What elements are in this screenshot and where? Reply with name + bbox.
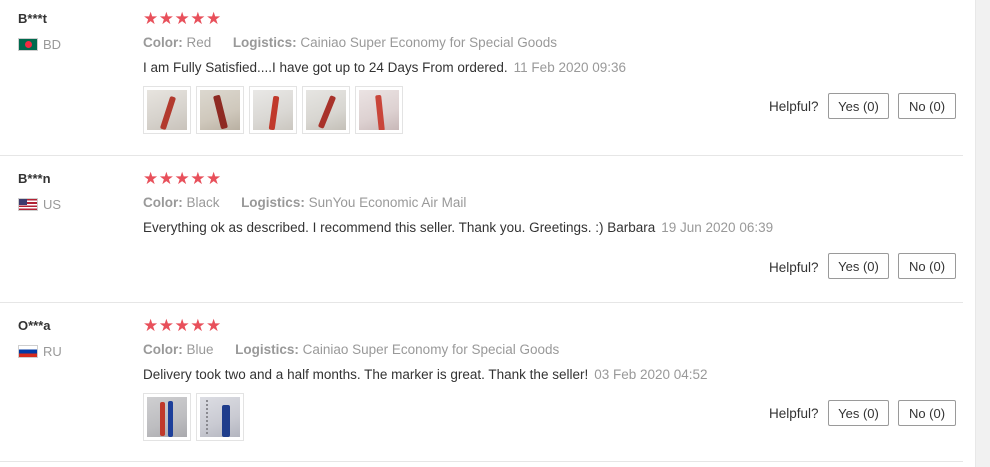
us-flag-icon [18,198,38,211]
logistics-value: SunYou Economic Air Mail [308,195,467,210]
country-code: BD [43,37,62,52]
review-photo-thumb[interactable] [196,86,244,134]
logistics-value: Cainiao Super Economy for Special Goods [302,342,560,357]
color-label: Color: [143,342,183,357]
review-photos [143,86,403,134]
logistics-label: Logistics: [235,342,299,357]
reviewer-name: B***n [18,171,51,186]
bd-flag-icon [18,38,38,51]
reviewer-name: B***t [18,11,47,26]
logistics-label: Logistics: [241,195,305,210]
ru-flag-icon [18,345,38,358]
review-text: Everything ok as described. I recommend … [143,220,656,235]
color-value: Black [186,195,220,210]
helpful-yes-button[interactable]: Yes (0) [828,400,889,426]
review-date: 03 Feb 2020 04:52 [594,367,708,382]
review-divider [0,461,963,462]
review-attributes: Color: Blue Logistics: Cainiao Super Eco… [143,342,559,357]
review-date: 11 Feb 2020 09:36 [513,60,627,75]
logistics-value: Cainiao Super Economy for Special Goods [300,35,557,50]
review-date: 19 Jun 2020 06:39 [661,220,774,235]
helpful-label: Helpful? [769,260,819,275]
helpful-no-button[interactable]: No (0) [898,400,956,426]
review-photo-thumb[interactable] [355,86,403,134]
country-code: US [43,197,62,212]
country-code: RU [43,344,62,359]
color-label: Color: [143,195,183,210]
reviewer-country: BD [18,37,61,52]
reviewer-name: O***a [18,318,51,333]
review-divider [0,302,963,303]
color-value: Red [186,35,212,50]
star-rating: ★★★★★ [143,9,222,28]
color-value: Blue [186,342,214,357]
helpful-no-button[interactable]: No (0) [898,93,956,119]
review-photo-thumb[interactable] [143,393,191,441]
reviewer-country: US [18,197,61,212]
review-text: I am Fully Satisfied....I have got up to… [143,60,508,75]
helpful-label: Helpful? [769,406,819,421]
page-scrollbar[interactable] [975,0,990,467]
review-attributes: Color: Red Logistics: Cainiao Super Econ… [143,35,557,50]
logistics-label: Logistics: [232,35,297,50]
reviewer-country: RU [18,344,62,359]
helpful-yes-button[interactable]: Yes (0) [828,93,889,119]
review-attributes: Color: Black Logistics: SunYou Economic … [143,195,466,210]
review-photo-thumb[interactable] [196,393,244,441]
review-text-row: Everything ok as described. I recommend … [143,220,773,235]
star-rating: ★★★★★ [143,169,222,188]
helpful-no-button[interactable]: No (0) [898,253,956,279]
review-text: Delivery took two and a half months. The… [143,367,589,382]
helpful-yes-button[interactable]: Yes (0) [828,253,889,279]
review-divider [0,155,963,156]
star-rating: ★★★★★ [143,316,222,335]
review-text-row: Delivery took two and a half months. The… [143,367,708,382]
review-text-row: I am Fully Satisfied....I have got up to… [143,60,626,75]
review-photo-thumb[interactable] [143,86,191,134]
helpful-label: Helpful? [769,99,819,114]
color-label: Color: [143,35,183,50]
review-photo-thumb[interactable] [302,86,350,134]
review-photo-thumb[interactable] [249,86,297,134]
review-photos [143,393,244,441]
